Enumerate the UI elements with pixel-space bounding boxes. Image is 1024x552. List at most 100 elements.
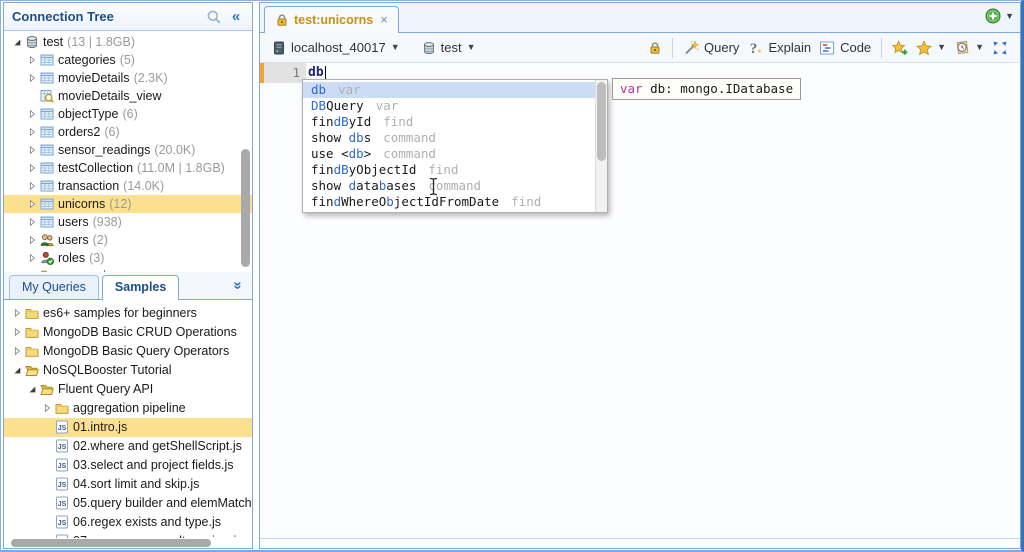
expand-arrow-icon[interactable] xyxy=(25,55,39,65)
sample-item[interactable]: JS02.where and getShellScript.js xyxy=(4,437,252,456)
svg-text:JS: JS xyxy=(58,501,67,508)
tree-item[interactable]: movieDetails(2.3K) xyxy=(4,69,252,87)
tree-item[interactable]: movieDetails_view xyxy=(4,87,252,105)
query-button[interactable]: Query xyxy=(679,37,743,59)
scrollbar-thumb[interactable] xyxy=(597,82,606,161)
item-label: es6+ samples for beginners xyxy=(43,306,197,320)
match-text: db xyxy=(349,130,364,145)
item-label: 03.select and project fields.js xyxy=(73,458,234,472)
expand-arrow-icon[interactable] xyxy=(25,217,39,227)
tree-item[interactable]: users(2) xyxy=(4,231,252,249)
editor-gutter: 1 xyxy=(260,63,306,83)
sample-item[interactable]: Fluent Query API xyxy=(4,380,252,399)
collapse-panel-icon[interactable]: « xyxy=(226,9,246,24)
scrollbar-thumb[interactable] xyxy=(11,539,211,547)
tree-item[interactable]: testCollection(11.0M | 1.8GB) xyxy=(4,159,252,177)
item-label: test xyxy=(43,35,63,49)
close-tab-icon[interactable]: × xyxy=(380,12,388,27)
expand-arrow-icon[interactable] xyxy=(40,403,54,413)
item-count: (938) xyxy=(93,215,122,229)
expand-arrow-icon[interactable] xyxy=(25,73,39,83)
search-icon[interactable] xyxy=(206,9,226,25)
expand-arrow-icon[interactable] xyxy=(25,181,39,191)
sample-item[interactable]: JS04.sort limit and skip.js xyxy=(4,475,252,494)
code-editor[interactable]: 1 db dbvarDBQueryvarfindByIdfindshow dbs… xyxy=(260,63,1020,538)
tree-item[interactable]: roles(3) xyxy=(4,249,252,267)
expand-arrow-icon[interactable] xyxy=(25,235,39,245)
item-label: orders2 xyxy=(58,125,100,139)
expand-arrow-icon[interactable] xyxy=(10,327,24,337)
samples-list: es6+ samples for beginners MongoDB Basic … xyxy=(4,300,252,538)
js-file-icon: JS xyxy=(54,477,70,491)
autocomplete-item[interactable]: findByObjectIdfind xyxy=(303,162,607,178)
expand-arrow-icon[interactable] xyxy=(10,346,24,356)
expand-arrow-icon[interactable] xyxy=(25,109,39,119)
expand-arrow-icon[interactable] xyxy=(25,384,39,394)
tree-item[interactable]: transaction(14.0K) xyxy=(4,177,252,195)
autocomplete-item[interactable]: dbvar xyxy=(303,82,607,98)
new-tab-caret-icon[interactable]: ▼ xyxy=(1005,12,1014,21)
js-file-icon: JS xyxy=(54,420,70,434)
sample-item[interactable]: aggregation pipeline xyxy=(4,399,252,418)
expand-arrow-icon[interactable] xyxy=(10,308,24,318)
tree-item[interactable]: users(938) xyxy=(4,213,252,231)
autocomplete-item[interactable]: use <db>command xyxy=(303,146,607,162)
tree-item[interactable]: unicorns(12) xyxy=(4,195,252,213)
tree-item[interactable]: sensor_readings(20.0K) xyxy=(4,141,252,159)
sample-item[interactable]: JS01.intro.js xyxy=(4,418,252,437)
tree-item[interactable]: objectType(6) xyxy=(4,105,252,123)
match-text: dB xyxy=(334,114,349,129)
item-kind-label: find xyxy=(428,162,458,177)
code-button[interactable]: Code xyxy=(815,37,875,59)
tab-test-unicorns[interactable]: test:unicorns × xyxy=(264,6,399,33)
item-text: fin xyxy=(311,114,334,129)
item-count: (14.0K) xyxy=(123,179,164,193)
tab-samples[interactable]: Samples xyxy=(102,275,179,300)
autocomplete-item[interactable]: show databasescommand xyxy=(303,178,607,194)
expand-arrow-icon[interactable] xyxy=(25,127,39,137)
folder-icon xyxy=(24,344,40,358)
expand-arrow-icon[interactable] xyxy=(25,253,39,263)
new-tab-button[interactable] xyxy=(985,8,1001,24)
tree-item[interactable]: orders2(6) xyxy=(4,123,252,141)
favorites-button[interactable]: ▼ xyxy=(912,37,950,59)
autocomplete-item[interactable]: findWhereObjectIdFromDatefind xyxy=(303,194,607,210)
sample-item[interactable]: JS06.regex exists and type.js xyxy=(4,513,252,532)
item-label: users xyxy=(58,233,89,247)
expand-arrow-icon[interactable] xyxy=(25,145,39,155)
code-line[interactable]: db xyxy=(308,65,326,80)
autocomplete-scrollbar[interactable] xyxy=(595,80,607,212)
lock-query-button[interactable] xyxy=(644,38,666,58)
item-label: 06.regex exists and type.js xyxy=(73,515,221,529)
sample-item[interactable]: MongoDB Basic Query Operators xyxy=(4,342,252,361)
expand-arrow-icon[interactable] xyxy=(25,163,39,173)
sample-item[interactable]: MongoDB Basic CRUD Operations xyxy=(4,323,252,342)
expand-arrow-icon[interactable] xyxy=(25,199,39,209)
svg-text:JS: JS xyxy=(58,482,67,489)
connection-tree-list: test(13 | 1.8GB)categories(5)movieDetail… xyxy=(4,31,252,272)
svg-text:JS: JS xyxy=(58,444,67,451)
sample-item[interactable]: JS03.select and project fields.js xyxy=(4,456,252,475)
maximize-editor-button[interactable] xyxy=(988,37,1012,59)
autocomplete-item[interactable]: DBQueryvar xyxy=(303,98,607,114)
tree-vertical-scrollbar[interactable] xyxy=(241,149,250,267)
autocomplete-item[interactable]: findByIdfind xyxy=(303,114,607,130)
expand-arrow-icon[interactable] xyxy=(10,37,24,47)
tree-item[interactable]: categories(5) xyxy=(4,51,252,69)
history-button[interactable]: ▼ xyxy=(950,37,988,59)
samples-horizontal-scrollbar[interactable] xyxy=(4,538,252,548)
autocomplete-item[interactable]: show dbscommand xyxy=(303,130,607,146)
explain-button[interactable]: ? Explain xyxy=(743,37,815,59)
tab-my-queries[interactable]: My Queries xyxy=(9,275,99,299)
collection-icon xyxy=(39,179,55,193)
match-text: dB xyxy=(334,162,349,177)
tree-item[interactable]: test(13 | 1.8GB) xyxy=(4,33,252,51)
sample-item[interactable]: NoSQLBooster Tutorial xyxy=(4,361,252,380)
database-select[interactable]: test ▼ xyxy=(418,37,480,58)
sample-item[interactable]: es6+ samples for beginners xyxy=(4,304,252,323)
collapse-samples-icon[interactable]: » xyxy=(231,275,246,295)
expand-arrow-icon[interactable] xyxy=(10,365,24,375)
server-select[interactable]: localhost_40017 ▼ xyxy=(268,37,404,58)
add-favorite-button[interactable] xyxy=(888,37,912,59)
sample-item[interactable]: JS05.query builder and elemMatch.js xyxy=(4,494,252,513)
